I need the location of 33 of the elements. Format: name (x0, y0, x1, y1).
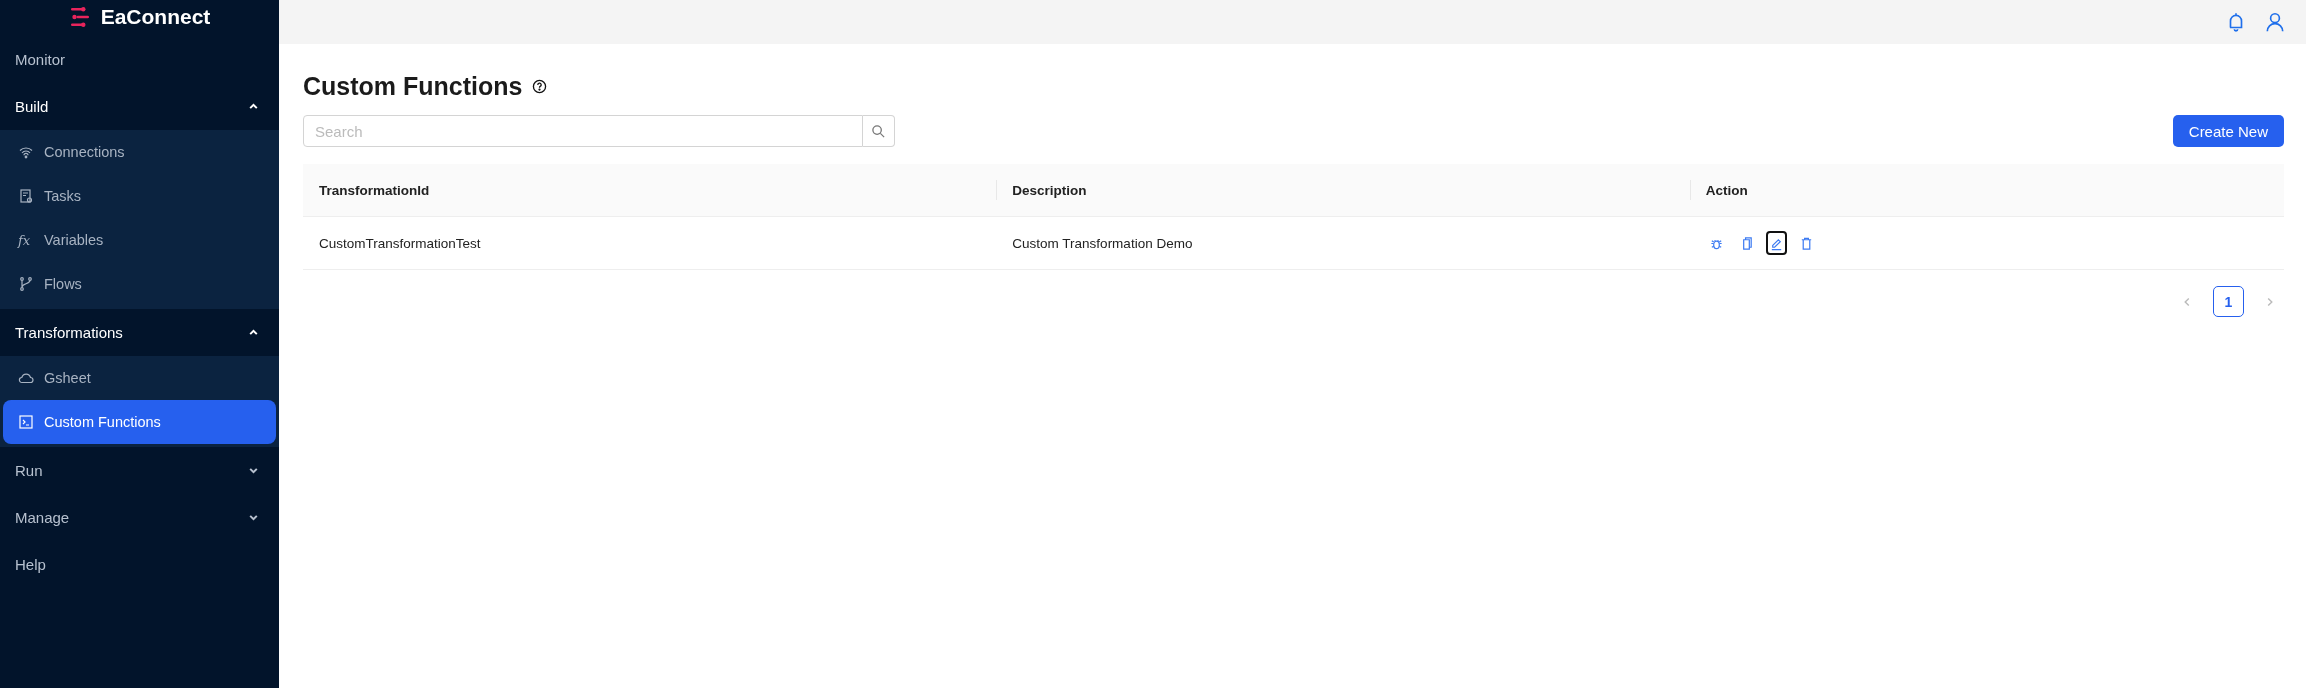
column-header: Action (1689, 164, 2284, 217)
column-header: Description (996, 164, 1690, 217)
function-icon: fx (18, 232, 34, 248)
search-field[interactable]: Search (303, 115, 863, 147)
search-button[interactable] (863, 115, 895, 147)
pencil-icon[interactable] (1765, 231, 1787, 255)
create-new-button[interactable]: Create New (2172, 115, 2284, 147)
table-cell: CustomTransformationTest (319, 235, 481, 251)
sidebar-item[interactable]: Gsheet (3, 356, 276, 400)
sidebar-item[interactable]: Custom Functions (3, 400, 276, 444)
sidebar-item[interactable]: Help (0, 541, 279, 588)
sidebar-item[interactable]: Monitor (0, 36, 279, 83)
column-header: TransformationId (303, 164, 997, 217)
sidebar-group[interactable]: Run (0, 447, 279, 494)
sidebar-item[interactable]: Connections (3, 130, 276, 174)
sidebar-group[interactable]: Build (0, 83, 279, 130)
sidebar-item[interactable]: fx Variables (3, 218, 276, 262)
user-icon[interactable] (2264, 11, 2286, 33)
branch-icon (18, 276, 34, 292)
table-cell: Custom Transformation Demo (1012, 235, 1193, 251)
search-icon (871, 123, 886, 139)
terminal-icon (18, 414, 34, 430)
document-icon (18, 188, 34, 204)
help-icon[interactable] (532, 78, 548, 94)
logo-icon (68, 6, 91, 28)
sidebar-group[interactable]: Manage (0, 494, 279, 541)
sidebar-item[interactable]: Flows (3, 262, 276, 306)
page-title: Custom Functions (303, 71, 523, 101)
brand-name: EaConnect (100, 5, 211, 29)
page-button[interactable]: 1 (2213, 286, 2244, 317)
wifi-icon (18, 144, 34, 160)
sidebar-group[interactable]: Transformations (0, 309, 279, 356)
sidebar-item[interactable]: Tasks (3, 174, 276, 218)
